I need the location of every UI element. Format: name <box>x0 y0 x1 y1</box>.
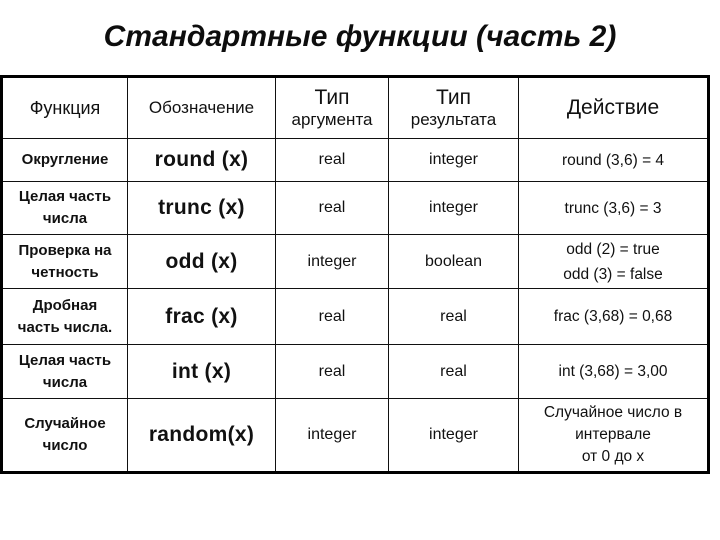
header-function: Функция <box>1 76 128 139</box>
action-line: odd (2) = true <box>566 240 660 258</box>
cell-result-type: integer <box>388 398 519 473</box>
header-result-type-line1: Тип <box>435 86 471 109</box>
cell-notation: int (x) <box>127 344 276 399</box>
function-name-line: числа <box>42 210 88 227</box>
header-arg-type-line2: аргумента <box>291 110 373 129</box>
function-name-line: часть числа. <box>17 318 113 336</box>
action-line: odd (3) = false <box>563 265 663 283</box>
function-name-line: число <box>42 437 88 454</box>
function-name-line: числа <box>42 373 88 391</box>
cell-action: trunc (3,6) = 3 <box>518 181 709 235</box>
header-action: Действие <box>518 76 709 139</box>
cell-notation: random(x) <box>127 398 276 473</box>
cell-function: Случайное число <box>1 398 128 473</box>
cell-notation: trunc (x) <box>127 181 276 235</box>
cell-result-type: integer <box>388 138 519 182</box>
table-row: Случайное число random(x) integer intege… <box>1 398 709 473</box>
cell-notation: frac (x) <box>127 288 276 345</box>
action-line: int (3,68) = 3,00 <box>558 363 668 380</box>
function-name-line: Проверка на <box>18 241 112 259</box>
cell-function: Целая часть числа <box>1 344 128 399</box>
action-line: round (3,6) = 4 <box>561 151 665 169</box>
cell-function: Целая часть числа <box>1 181 128 235</box>
header-notation-label: Обозначение <box>148 98 255 117</box>
header-arg-type: Тип аргумента <box>275 76 389 139</box>
cell-result-type: boolean <box>388 234 519 289</box>
cell-arg-type: real <box>275 138 389 182</box>
header-arg-type-line1: Тип <box>314 86 350 109</box>
cell-function: Дробная часть числа. <box>1 288 128 345</box>
action-line: frac (3,68) = 0,68 <box>553 308 673 325</box>
cell-result-type: integer <box>388 181 519 235</box>
function-name-line: Округление <box>21 151 109 168</box>
cell-notation: round (x) <box>127 138 276 182</box>
function-name-line: четность <box>31 263 99 281</box>
cell-action: int (3,68) = 3,00 <box>518 344 709 399</box>
function-name-line: Целая часть <box>18 188 112 205</box>
header-result-type: Тип результата <box>388 76 519 139</box>
table-row: Проверка на четность odd (x) integer boo… <box>1 234 709 289</box>
action-line: trunc (3,6) = 3 <box>564 199 662 217</box>
cell-function: Округление <box>1 138 128 182</box>
page-title: Стандартные функции (часть 2) <box>103 20 617 53</box>
header-action-label: Действие <box>566 96 660 119</box>
cell-arg-type: integer <box>275 398 389 473</box>
cell-function: Проверка на четность <box>1 234 128 289</box>
cell-action: frac (3,68) = 0,68 <box>518 288 709 345</box>
cell-action: Случайное число в интервале от 0 до x <box>518 398 709 473</box>
header-notation: Обозначение <box>127 76 276 139</box>
cell-arg-type: real <box>275 344 389 399</box>
function-name-line: Дробная <box>32 296 98 314</box>
header-function-label: Функция <box>29 98 101 118</box>
cell-result-type: real <box>388 288 519 345</box>
functions-table: Функция Обозначение Тип аргумента Тип ре… <box>0 75 710 474</box>
cell-arg-type: integer <box>275 234 389 289</box>
cell-result-type: real <box>388 344 519 399</box>
table-row: Дробная часть числа. frac (x) real real … <box>1 288 709 345</box>
action-line: от 0 до x <box>581 448 645 465</box>
cell-arg-type: real <box>275 181 389 235</box>
header-result-type-line2: результата <box>410 110 497 129</box>
action-line: Случайное число в <box>543 404 683 421</box>
cell-notation: odd (x) <box>127 234 276 289</box>
table-row: Целая часть числа trunc (x) real integer… <box>1 181 709 235</box>
table-row: Целая часть числа int (x) real real int … <box>1 344 709 399</box>
action-line: интервале <box>575 426 651 443</box>
table-header-row: Функция Обозначение Тип аргумента Тип ре… <box>1 76 709 139</box>
cell-action: round (3,6) = 4 <box>518 138 709 182</box>
function-name-line: Целая часть <box>18 351 112 369</box>
function-name-line: Случайное <box>24 415 106 432</box>
table-row: Округление round (x) real integer round … <box>1 138 709 182</box>
cell-action: odd (2) = true odd (3) = false <box>518 234 709 289</box>
cell-arg-type: real <box>275 288 389 345</box>
